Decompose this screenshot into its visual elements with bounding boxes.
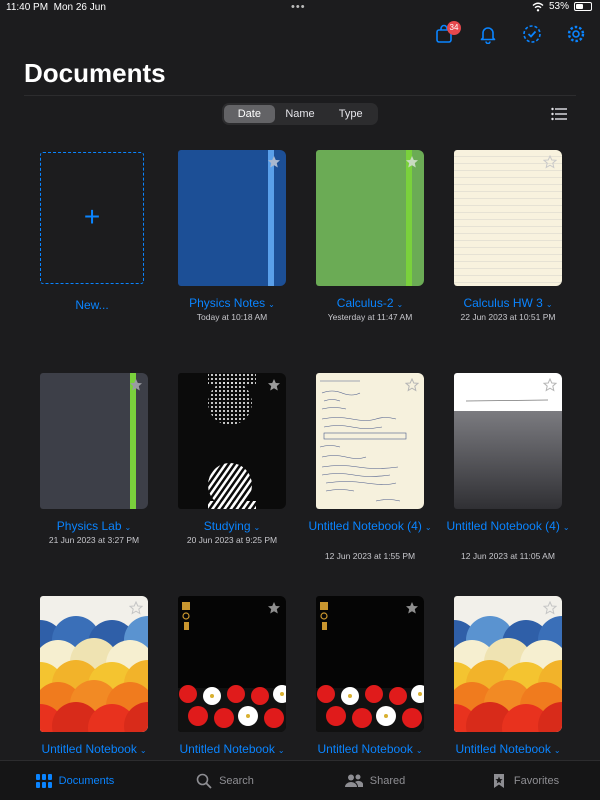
star-icon[interactable] (267, 601, 281, 615)
document-title[interactable]: Calculus HW 3 ⌄ (439, 296, 577, 312)
document-title[interactable]: Untitled Notebook ⌄ (301, 742, 439, 758)
notebook-cover[interactable] (454, 596, 562, 732)
sort-option-name[interactable]: Name (275, 105, 326, 123)
multitask-dots[interactable]: ••• (291, 1, 306, 13)
battery-icon (574, 2, 592, 11)
document-title[interactable]: Untitled Notebook (4) ⌄ (439, 519, 577, 535)
marketplace-icon[interactable]: 34 (434, 21, 461, 44)
chevron-down-icon[interactable]: ⌄ (268, 300, 275, 309)
notebook-cover[interactable] (316, 150, 424, 286)
cover-strap (130, 373, 136, 509)
waves-pattern (454, 616, 562, 732)
star-icon[interactable] (543, 378, 557, 392)
tab-shared[interactable]: Shared (300, 761, 450, 800)
wifi-icon (532, 2, 544, 11)
page-title: Documents (24, 58, 166, 88)
sort-option-type[interactable]: Type (325, 105, 376, 123)
people-icon (344, 774, 363, 787)
chevron-down-icon[interactable]: ⌄ (125, 523, 132, 532)
cover-strap (268, 150, 274, 286)
tab-label: Search (219, 774, 254, 787)
star-bookmark-icon (493, 773, 504, 788)
star-icon[interactable] (543, 601, 557, 615)
chevron-down-icon[interactable]: ⌄ (416, 746, 423, 755)
document-title[interactable]: Untitled Notebook ⌄ (25, 742, 163, 758)
list-view-icon[interactable] (551, 107, 567, 121)
chevron-down-icon[interactable]: ⌄ (563, 523, 570, 532)
new-document-box[interactable]: + (40, 152, 144, 284)
notebook-cover[interactable] (316, 373, 424, 509)
toolbar-icons: 34 (434, 21, 586, 45)
gear-icon[interactable] (566, 24, 586, 44)
grid-icon (35, 773, 52, 788)
star-icon[interactable] (405, 155, 419, 169)
status-time: 11:40 PM Mon 26 Jun (6, 2, 106, 13)
document-title[interactable]: Untitled Notebook (4) ⌄ (301, 519, 439, 535)
document-title[interactable]: Untitled Notebook ⌄ (439, 742, 577, 758)
star-icon[interactable] (129, 601, 143, 615)
chevron-down-icon[interactable]: ⌄ (254, 523, 261, 532)
document-title[interactable]: Untitled Notebook ⌄ (163, 742, 301, 758)
notification-badge: 34 (447, 21, 461, 35)
document-date: 20 Jun 2023 at 9:25 PM (186, 535, 278, 545)
star-icon[interactable] (543, 155, 557, 169)
document-date: 21 Jun 2023 at 3:27 PM (48, 535, 140, 545)
tab-favorites[interactable]: Favorites (450, 761, 600, 800)
document-date: 12 Jun 2023 at 11:05 AM (461, 551, 555, 561)
handwriting-preview (319, 380, 407, 502)
chevron-down-icon[interactable]: ⌄ (397, 300, 404, 309)
notebook-cover[interactable] (40, 373, 148, 509)
document-date: 22 Jun 2023 at 10:51 PM (460, 312, 556, 322)
status-bar: 11:40 PM Mon 26 Jun ••• 53% (0, 0, 600, 16)
tab-search[interactable]: Search (150, 761, 300, 800)
chevron-down-icon[interactable]: ⌄ (278, 746, 285, 755)
chevron-down-icon[interactable]: ⌄ (546, 300, 553, 309)
document-title[interactable]: Calculus-2 ⌄ (301, 296, 439, 312)
dots-pattern (208, 373, 256, 509)
chevron-down-icon[interactable]: ⌄ (554, 746, 561, 755)
notebook-cover[interactable] (178, 596, 286, 732)
notebook-cover[interactable] (178, 150, 286, 286)
new-document-label[interactable]: New... (23, 298, 161, 313)
notebook-cover[interactable] (454, 150, 562, 286)
star-icon[interactable] (405, 378, 419, 392)
tab-label: Favorites (513, 774, 560, 787)
title-divider (24, 95, 576, 96)
document-date: 12 Jun 2023 at 1:55 PM (324, 551, 416, 561)
star-icon[interactable] (267, 378, 281, 392)
notebook-cover[interactable] (40, 596, 148, 732)
document-date: Today at 10:18 AM (196, 312, 268, 322)
document-title[interactable]: Physics Lab ⌄ (25, 519, 163, 535)
chevron-down-icon[interactable]: ⌄ (425, 523, 432, 532)
waves-pattern (40, 616, 148, 732)
notebook-cover[interactable] (316, 596, 424, 732)
sort-segmented-control: Date Name Type (222, 103, 378, 125)
star-icon[interactable] (405, 601, 419, 615)
document-date: Yesterday at 11:47 AM (327, 312, 413, 322)
tab-label: Shared (369, 774, 406, 787)
chevron-down-icon[interactable]: ⌄ (140, 746, 147, 755)
search-icon (196, 773, 212, 789)
notebook-cover[interactable] (454, 373, 562, 509)
document-title[interactable]: Physics Notes ⌄ (163, 296, 301, 312)
battery-percent: 53% (548, 1, 569, 12)
document-title[interactable]: Studying ⌄ (163, 519, 301, 535)
star-icon[interactable] (267, 155, 281, 169)
star-icon[interactable] (129, 378, 143, 392)
tab-documents[interactable]: Documents (0, 761, 150, 800)
cover-strap (406, 150, 412, 286)
bell-icon[interactable] (478, 24, 498, 45)
flowers-pattern (316, 602, 424, 732)
plus-icon: + (83, 201, 101, 232)
tab-label: Documents (58, 774, 115, 787)
flowers-pattern (178, 602, 286, 732)
tab-bar: Documents Search Shared Favorites (0, 760, 600, 800)
sort-option-date[interactable]: Date (224, 105, 275, 123)
notebook-cover[interactable] (178, 373, 286, 509)
sync-check-icon[interactable] (522, 24, 542, 44)
